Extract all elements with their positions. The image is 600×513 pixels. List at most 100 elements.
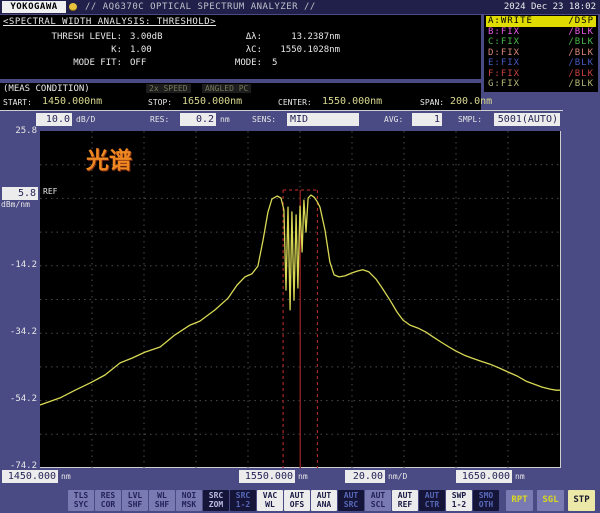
clock: 2024 Dec 23 18:02 <box>504 2 596 12</box>
softkey-aut-ofs[interactable]: AUTOFS <box>284 490 310 511</box>
center-value[interactable]: 1550.000nm <box>322 96 382 107</box>
softkey-swp-1-2[interactable]: SWP1-2 <box>446 490 472 511</box>
softkey-vac-wl[interactable]: VACWL <box>257 490 283 511</box>
softkey-tls-syc[interactable]: TLSSYC <box>68 490 94 511</box>
trace-row-a[interactable]: A:WRITE/DSP <box>486 16 596 27</box>
x-center-field[interactable]: 1550.000 <box>239 470 295 483</box>
softkey-aut-ref[interactable]: AUTREF <box>392 490 418 511</box>
lambda-c-label: λC: <box>200 45 262 55</box>
softkey-line1: SMO <box>473 491 499 500</box>
center-label: CENTER: <box>278 98 312 107</box>
resolution-field[interactable]: 0.2 <box>180 113 216 126</box>
sensitivity-field[interactable]: MID <box>287 113 359 126</box>
softkey-smo-oth[interactable]: SMOOTH <box>473 490 499 511</box>
smpl-label: SMPL: <box>458 115 482 124</box>
softkey-line2: MSK <box>176 500 202 509</box>
analysis-row: THRESH LEVEL: 3.00dB Δλ: 13.2387nm <box>0 32 481 44</box>
spectrum-plot <box>40 131 561 468</box>
single-sweep-button[interactable]: SGL <box>537 490 564 511</box>
thresh-level-label: THRESH LEVEL: <box>0 32 122 42</box>
softkey-line1: SRC <box>230 491 256 500</box>
trace-label: F:FIX <box>488 69 520 80</box>
softkey-line2: CTR <box>419 500 445 509</box>
trace-row-d[interactable]: D:FIX/BLK <box>486 48 596 59</box>
softkey-line1: AUT <box>284 491 310 500</box>
res-label: RES: <box>150 115 169 124</box>
analysis-title: <SPECTRAL WIDTH ANALYSIS: THRESHOLD> <box>3 17 216 27</box>
k-value: 1.00 <box>130 45 152 55</box>
meas-condition-title: (MEAS CONDITION) <box>3 84 90 94</box>
softkey-line1: AUT <box>338 491 364 500</box>
repeat-sweep-button[interactable]: RPT <box>506 490 533 511</box>
softkey-line2: SCL <box>365 500 391 509</box>
start-value[interactable]: 1450.000nm <box>42 96 102 107</box>
x-scale-field[interactable]: 20.00 <box>345 470 385 483</box>
softkey-line2: ZOM <box>203 500 229 509</box>
trace-row-f[interactable]: F:FIX/BLK <box>486 69 596 80</box>
softkey-line1: LVL <box>122 491 148 500</box>
res-unit: nm <box>220 115 230 124</box>
mode-fit-value: OFF <box>130 58 146 68</box>
average-field[interactable]: 1 <box>412 113 442 126</box>
softkey-line2: SYC <box>68 500 94 509</box>
level-scale-field[interactable]: 10.0 <box>36 113 72 126</box>
span-value[interactable]: 200.0nm <box>450 96 492 107</box>
brand-dot-icon <box>69 3 77 11</box>
softkey-aut-src[interactable]: AUTSRC <box>338 490 364 511</box>
softkey-line2: 1-2 <box>446 500 472 509</box>
avg-label: AVG: <box>384 115 403 124</box>
trace-label: C:FIX <box>488 37 520 48</box>
y-tick: -54.2 <box>0 394 37 404</box>
softkey-src-1-2[interactable]: SRC1-2 <box>230 490 256 511</box>
softkey-line1: RES <box>95 491 121 500</box>
softkey-line1: SRC <box>203 491 229 500</box>
meas-condition-strip: (MEAS CONDITION) 2x SPEED ANGLED PC STAR… <box>0 83 481 110</box>
trace-row-c[interactable]: C:FIX/BLK <box>486 37 596 48</box>
x-stop-field[interactable]: 1650.000 <box>456 470 512 483</box>
trace-display-mode: /BLK <box>568 37 594 48</box>
softkey-wl-shf[interactable]: WLSHF <box>149 490 175 511</box>
softkey-aut-ctr[interactable]: AUTCTR <box>419 490 445 511</box>
softkey-src-zom[interactable]: SRCZOM <box>203 490 229 511</box>
softkey-aut-ana[interactable]: AUTANA <box>311 490 337 511</box>
y-tick: -34.2 <box>0 327 37 337</box>
analysis-row: K: 1.00 λC: 1550.1028nm <box>0 45 481 57</box>
softkey-line2: WL <box>257 500 283 509</box>
soft-key-toolbar: TLSSYCRESCORLVLSHFWLSHFNOIMSKSRCZOMSRC1-… <box>68 490 499 511</box>
x-stop-unit: nm <box>515 472 525 481</box>
ref-level-field[interactable]: 5.8 <box>2 187 38 200</box>
softkey-aut-scl[interactable]: AUTSCL <box>365 490 391 511</box>
sampling-field[interactable]: 5001(AUTO) <box>494 113 560 126</box>
k-label: K: <box>0 45 122 55</box>
trace-row-g[interactable]: G:FIX/BLK <box>486 79 596 90</box>
softkey-lvl-shf[interactable]: LVLSHF <box>122 490 148 511</box>
spectrum-display: REF 光谱 <box>40 131 561 468</box>
start-label: START: <box>3 98 32 107</box>
softkey-line1: NOI <box>176 491 202 500</box>
softkey-line1: AUT <box>419 491 445 500</box>
trace-row-b[interactable]: B:FIX/BLK <box>486 27 596 38</box>
softkey-noi-msk[interactable]: NOIMSK <box>176 490 202 511</box>
level-scale-unit: dB/D <box>76 115 95 124</box>
spectrum-annotation: 光谱 <box>86 141 132 175</box>
trace-label: E:FIX <box>488 58 520 69</box>
x-start-field[interactable]: 1450.000 <box>2 470 58 483</box>
softkey-line2: 1-2 <box>230 500 256 509</box>
ref-unit-label: dBm/nm <box>1 200 30 209</box>
lambda-c-value: 1550.1028nm <box>264 45 340 55</box>
softkey-res-cor[interactable]: RESCOR <box>95 490 121 511</box>
speed-badge: 2x SPEED <box>146 84 191 93</box>
stop-sweep-button[interactable]: STP <box>568 490 595 511</box>
span-label: SPAN: <box>420 98 444 107</box>
thresh-level-value: 3.00dB <box>130 32 163 42</box>
softkey-line1: AUT <box>365 491 391 500</box>
x-start-unit: nm <box>61 472 71 481</box>
trace-row-e[interactable]: E:FIX/BLK <box>486 58 596 69</box>
mode-value: 5 <box>272 58 277 68</box>
spectral-width-analysis-panel: <SPECTRAL WIDTH ANALYSIS: THRESHOLD> THR… <box>0 15 481 79</box>
trace-label: D:FIX <box>488 48 520 59</box>
softkey-line2: OTH <box>473 500 499 509</box>
softkey-line2: SRC <box>338 500 364 509</box>
softkey-line2: REF <box>392 500 418 509</box>
stop-value[interactable]: 1650.000nm <box>182 96 242 107</box>
